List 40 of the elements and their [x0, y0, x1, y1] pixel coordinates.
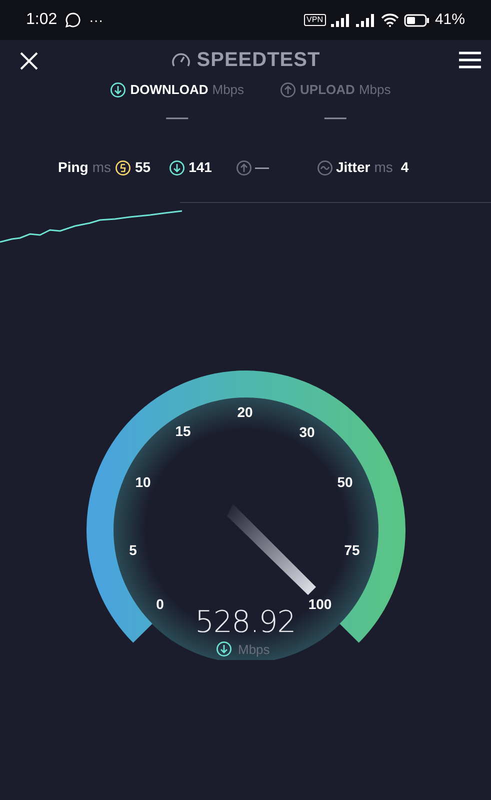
- ping-unit: ms: [92, 158, 112, 177]
- measurement-value: —: [166, 106, 188, 128]
- wifi-icon: [380, 13, 399, 27]
- battery-icon: [404, 14, 430, 26]
- gauge-label: 15: [175, 422, 191, 438]
- upload-value: —: [254, 158, 269, 177]
- download-icon: [168, 160, 185, 176]
- speed-unit: Mbps: [238, 640, 270, 659]
- gauge-label: 75: [344, 542, 360, 558]
- jitter-label: Jitter: [336, 158, 370, 177]
- battery-percent: 41%: [434, 10, 465, 30]
- measurement-tab[interactable]: DOWNLOAD Mbps: [110, 80, 244, 100]
- gauge-label: 0: [156, 596, 164, 612]
- signal-icon: [356, 14, 376, 26]
- jitter-icon: [316, 160, 333, 176]
- download-value: 141: [188, 158, 212, 177]
- ping-icon: [115, 160, 132, 176]
- more-notifications: ···: [89, 10, 104, 30]
- ping-label: Ping: [58, 158, 88, 177]
- download-icon: [216, 641, 232, 658]
- upload-icon: [236, 160, 252, 176]
- jitter-unit: ms: [374, 158, 393, 177]
- gauge-label: 30: [299, 424, 315, 440]
- gauge-label: 5: [129, 542, 137, 558]
- gauge-label: 50: [337, 474, 353, 490]
- gauge-label: 20: [237, 404, 253, 420]
- ping-value: 55: [135, 158, 151, 177]
- vpn-badge: VPN: [304, 14, 326, 26]
- gauge-label: 10: [135, 474, 151, 490]
- close-icon[interactable]: [20, 52, 38, 70]
- app-title: SPEEDTEST: [196, 48, 320, 73]
- menu-icon[interactable]: [459, 51, 481, 69]
- speed-reading: 528.92: [195, 608, 295, 638]
- gauge-icon: [170, 51, 191, 69]
- gauge-label: 100: [308, 596, 332, 612]
- chat-icon: [65, 12, 82, 28]
- signal-icon: [330, 14, 351, 26]
- measurement-value: —: [324, 106, 346, 128]
- clock: 1:02: [26, 10, 58, 30]
- jitter-value: 4: [400, 158, 409, 177]
